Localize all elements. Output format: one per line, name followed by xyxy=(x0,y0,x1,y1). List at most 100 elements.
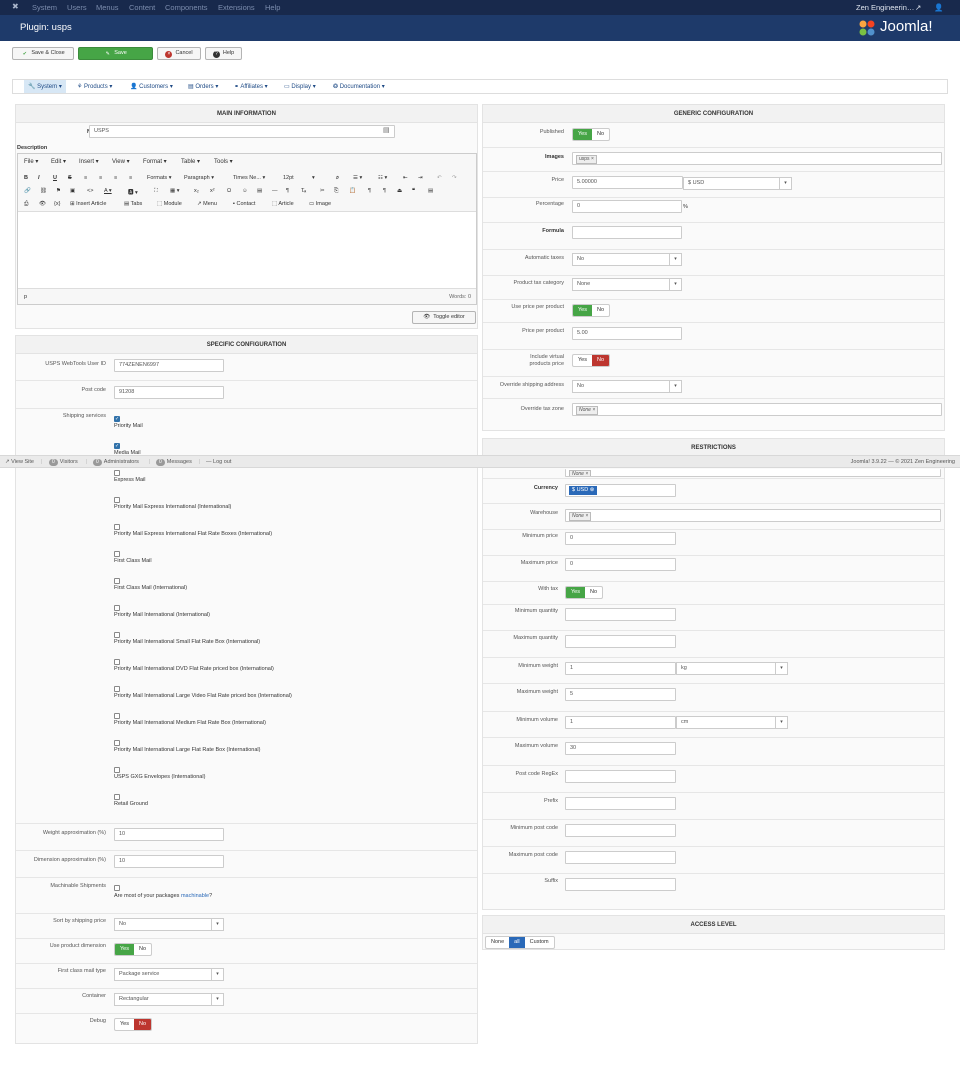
submenu-system[interactable]: 🔧 System ▾ xyxy=(24,80,66,93)
clear-format-icon[interactable]: T̶ₓ xyxy=(301,188,306,194)
weight-approx-input[interactable]: 10 xyxy=(114,828,224,841)
access-all[interactable]: all xyxy=(509,937,525,948)
debug-yes[interactable]: Yes xyxy=(115,1019,134,1030)
editor-menu-insert[interactable]: Insert ▾ xyxy=(79,158,99,165)
external-link-icon[interactable]: ↗ xyxy=(915,3,921,12)
indent-icon[interactable]: ⇥ xyxy=(418,175,423,181)
print-icon[interactable]: ⎙ xyxy=(24,201,28,208)
text-color-icon[interactable]: A ▾ xyxy=(104,188,112,194)
access-none[interactable]: None xyxy=(486,937,509,948)
access-custom[interactable]: Custom xyxy=(525,937,554,948)
editor-content-area[interactable] xyxy=(18,212,476,287)
with-tax-no[interactable]: No xyxy=(585,587,602,598)
background-color-icon[interactable]: 🅰 ▾ xyxy=(128,188,138,196)
partial-tag-field[interactable]: None × xyxy=(565,469,941,477)
tax-category-select[interactable]: None ▾ xyxy=(572,278,682,291)
underline-icon[interactable]: U xyxy=(53,175,57,181)
include-virtual-toggle[interactable]: Yes No xyxy=(572,354,611,367)
currency-field[interactable]: $ USD ⊗ xyxy=(565,484,676,497)
use-price-per-product-no[interactable]: No xyxy=(592,305,609,316)
horizontal-rule-icon[interactable]: — xyxy=(272,188,278,194)
menu-system[interactable]: System xyxy=(32,3,57,12)
link-icon[interactable]: 🔗 xyxy=(24,188,31,194)
include-virtual-no[interactable]: No xyxy=(591,355,610,366)
editor-menu-tools[interactable]: Tools ▾ xyxy=(214,158,233,165)
max-volume-input[interactable]: 30 xyxy=(565,742,676,755)
paragraph-dropdown[interactable]: Paragraph ▾ xyxy=(184,175,214,181)
module-button[interactable]: ⬚ Module xyxy=(157,201,182,207)
cancel-button[interactable]: × Cancel xyxy=(157,47,201,60)
subscript-icon[interactable]: x₂ xyxy=(194,188,199,194)
published-no[interactable]: No xyxy=(592,129,609,140)
bullet-list-icon[interactable]: ☰ ▾ xyxy=(353,175,362,181)
editor-menu-format[interactable]: Format ▾ xyxy=(143,158,167,165)
numbered-list-icon[interactable]: ☷ ▾ xyxy=(378,175,387,181)
font-family-dropdown[interactable]: Times Ne... ▾ xyxy=(233,175,265,181)
visitors-link[interactable]: 0 Visitors xyxy=(49,459,78,466)
blockquote-icon[interactable]: ❝ xyxy=(412,188,415,194)
max-postcode-input[interactable] xyxy=(565,851,676,864)
align-center-icon[interactable]: ≡ xyxy=(99,175,102,181)
weight-unit-select[interactable]: kg ▾ xyxy=(676,662,788,675)
logout-link[interactable]: — Log out xyxy=(206,459,231,465)
price-input[interactable]: 5.00000 xyxy=(572,176,683,189)
access-level-toggle[interactable]: None all Custom xyxy=(485,936,555,949)
service-checkbox[interactable] xyxy=(114,470,120,476)
image-icon[interactable]: ▣ xyxy=(70,188,75,194)
suffix-input[interactable] xyxy=(565,878,676,891)
min-postcode-input[interactable] xyxy=(565,824,676,837)
editor-menu-file[interactable]: File ▾ xyxy=(24,158,38,165)
price-currency-select[interactable]: $ USD ▾ xyxy=(683,177,792,190)
save-button[interactable]: ✎ Save xyxy=(78,47,153,60)
submenu-documentation[interactable]: ❂ Documentation ▾ xyxy=(333,83,385,90)
rtl-icon[interactable]: ¶ xyxy=(368,188,371,194)
max-price-input[interactable]: 0 xyxy=(565,558,676,571)
max-weight-input[interactable]: 5 xyxy=(565,688,676,701)
find-replace-icon[interactable]: ⌕ xyxy=(336,175,339,182)
override-tax-field[interactable]: None × xyxy=(572,403,942,416)
debug-toggle[interactable]: Yes No xyxy=(114,1018,153,1031)
machinable-checkbox[interactable] xyxy=(114,885,120,891)
service-checkbox[interactable] xyxy=(114,740,120,746)
min-weight-input[interactable]: 1 xyxy=(565,662,676,675)
unlink-icon[interactable]: ⛓ xyxy=(40,188,47,194)
postcode-regex-input[interactable] xyxy=(565,770,676,783)
emoticon-icon[interactable]: ☺ xyxy=(242,188,248,194)
user-icon[interactable]: 👤 xyxy=(934,3,943,12)
editor-menu-table[interactable]: Table ▾ xyxy=(181,158,200,165)
preview-icon[interactable]: 👁 xyxy=(39,201,46,207)
postcode-input[interactable]: 91208 xyxy=(114,386,224,399)
min-qty-input[interactable] xyxy=(565,608,676,621)
tabs-button[interactable]: ▤ Tabs xyxy=(124,201,142,207)
align-justify-icon[interactable]: ≡ xyxy=(129,175,132,181)
save-close-button[interactable]: ✔ Save & Close xyxy=(12,47,74,60)
special-char-icon[interactable]: Ω xyxy=(227,188,231,194)
service-checkbox[interactable]: ✓ xyxy=(114,416,120,422)
image-button[interactable]: ▭ Image xyxy=(309,201,331,207)
published-toggle[interactable]: Yes No xyxy=(572,128,611,141)
menu-content[interactable]: Content xyxy=(129,3,155,12)
use-dimension-no[interactable]: No xyxy=(134,944,151,955)
copy-icon[interactable]: ⎘ xyxy=(334,188,338,195)
insert-article-button[interactable]: ⊞ Insert Article xyxy=(70,201,106,207)
include-virtual-yes[interactable]: Yes xyxy=(573,355,592,366)
menu-extensions[interactable]: Extensions xyxy=(218,3,255,12)
menu-help[interactable]: Help xyxy=(265,3,280,12)
media-icon[interactable]: ▤ xyxy=(257,188,262,194)
service-checkbox[interactable] xyxy=(114,794,120,800)
min-volume-input[interactable]: 1 xyxy=(565,716,676,729)
max-qty-input[interactable] xyxy=(565,635,676,648)
auto-taxes-select[interactable]: No ▾ xyxy=(572,253,682,266)
submenu-customers[interactable]: 👤 Customers ▾ xyxy=(130,83,173,90)
align-left-icon[interactable]: ≡ xyxy=(84,175,87,181)
table-icon[interactable]: ▦ ▾ xyxy=(170,188,180,194)
submenu-products[interactable]: ⚘ Products ▾ xyxy=(77,83,112,90)
view-site-link[interactable]: ↗ View Site xyxy=(5,459,34,465)
editor-menu-edit[interactable]: Edit ▾ xyxy=(51,158,66,165)
warehouse-field[interactable]: None × xyxy=(565,509,941,522)
container-select[interactable]: Rectangular ▾ xyxy=(114,993,224,1006)
prefix-input[interactable] xyxy=(565,797,676,810)
editor-menu-view[interactable]: View ▾ xyxy=(112,158,130,165)
menu-components[interactable]: Components xyxy=(165,3,208,12)
messages-link[interactable]: 0 Messages xyxy=(156,459,192,466)
